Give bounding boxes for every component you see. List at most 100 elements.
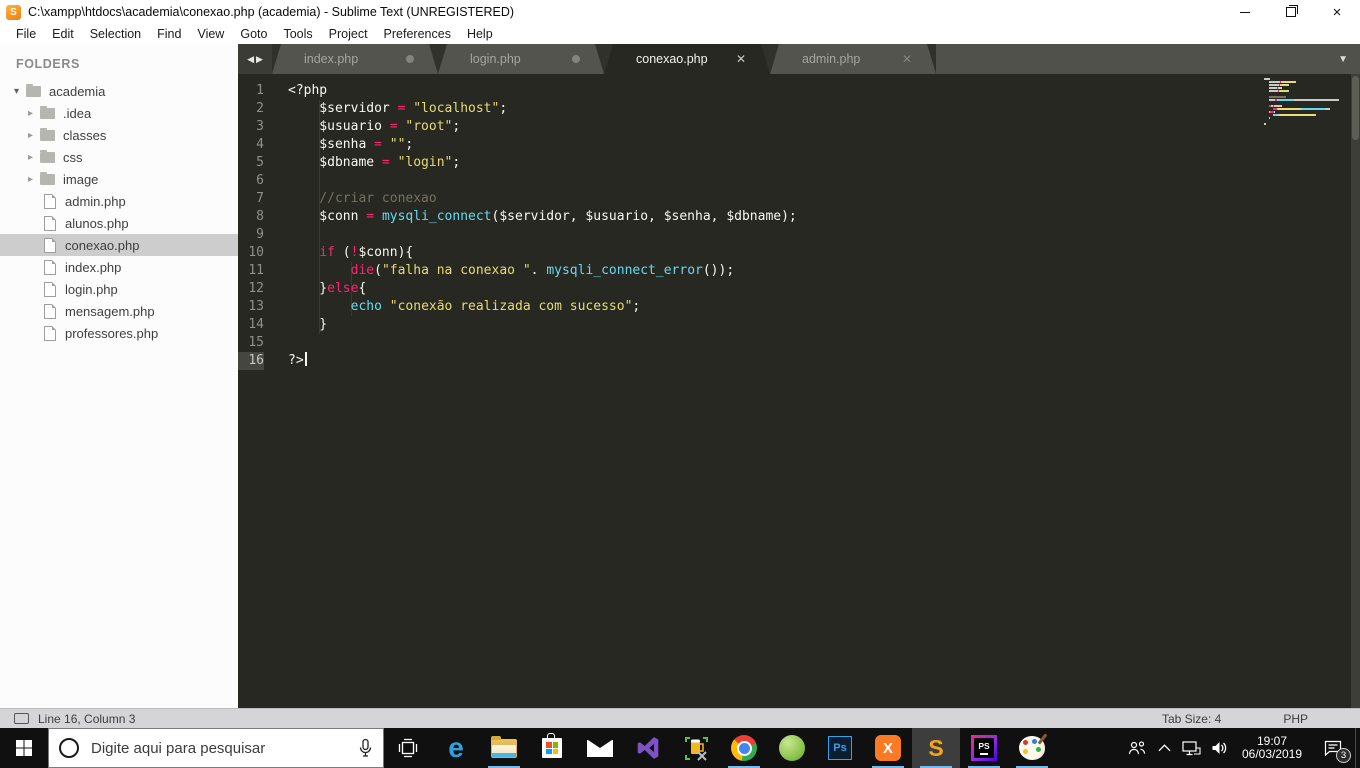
chevron-down-icon[interactable]: ▾ xyxy=(14,86,26,97)
tab-scroll-arrows[interactable]: ◀ ▶ xyxy=(238,44,272,74)
code-line-4[interactable]: 4 $senha = ""; xyxy=(238,136,1270,154)
tab-size-indicator[interactable]: Tab Size: 4 xyxy=(1162,712,1221,726)
tree-item-conexao.php[interactable]: conexao.php xyxy=(0,234,238,256)
tab-close-icon[interactable]: ✕ xyxy=(736,53,746,65)
chevron-right-icon[interactable]: ▸ xyxy=(28,174,40,185)
taskbar-button-sublime-text[interactable]: S xyxy=(912,728,960,768)
code-editor[interactable]: 1 <?php 2 $servidor = "localhost"; 3 $usuar… xyxy=(238,74,1360,708)
chevron-right-icon[interactable]: ▸ xyxy=(28,152,40,163)
taskbar-button-microsoft-store[interactable] xyxy=(528,728,576,768)
code-line-14[interactable]: 14 } xyxy=(238,316,1270,334)
taskbar-button-paint[interactable] xyxy=(1008,728,1056,768)
minimap[interactable] xyxy=(1264,78,1344,126)
modified-dot-icon xyxy=(406,55,414,63)
tree-item-css[interactable]: ▸ css xyxy=(0,146,238,168)
tree-item-label: academia xyxy=(49,83,106,99)
action-center-button[interactable]: 3 xyxy=(1311,728,1355,768)
vertical-scrollbar[interactable] xyxy=(1351,74,1360,708)
code-line-5[interactable]: 5 $dbname = "login"; xyxy=(238,154,1270,172)
tab-close-icon[interactable]: ✕ xyxy=(902,53,912,65)
taskbar-button-photoshop[interactable]: Ps xyxy=(816,728,864,768)
taskbar-button-mail[interactable] xyxy=(576,728,624,768)
code-line-8[interactable]: 8 $conn = mysqli_connect($servidor, $usu… xyxy=(238,208,1270,226)
vcs-window-icon xyxy=(14,713,29,724)
hidden-icons-button[interactable] xyxy=(1151,728,1177,768)
menu-help[interactable]: Help xyxy=(459,27,501,41)
people-icon xyxy=(1128,741,1146,755)
tree-item-.idea[interactable]: ▸ .idea xyxy=(0,102,238,124)
tree-item-image[interactable]: ▸ image xyxy=(0,168,238,190)
minimize-button[interactable] xyxy=(1222,0,1268,24)
menu-selection[interactable]: Selection xyxy=(82,27,149,41)
menu-view[interactable]: View xyxy=(189,27,232,41)
syntax-indicator[interactable]: PHP xyxy=(1283,712,1308,726)
scrollbar-thumb[interactable] xyxy=(1352,76,1359,140)
tab-scroll-left-icon[interactable]: ◀ xyxy=(247,54,254,65)
close-button[interactable]: × xyxy=(1314,0,1360,24)
menu-goto[interactable]: Goto xyxy=(232,27,275,41)
volume-button[interactable] xyxy=(1205,728,1233,768)
menu-find[interactable]: Find xyxy=(149,27,189,41)
tree-item-mensagem.php[interactable]: mensagem.php xyxy=(0,300,238,322)
folders-header: FOLDERS xyxy=(16,57,80,71)
tree-item-classes[interactable]: ▸ classes xyxy=(0,124,238,146)
tree-item-alunos.php[interactable]: alunos.php xyxy=(0,212,238,234)
main-area: FOLDERS ▾ academia ▸ .idea ▸ classes ▸ css ▸ imag… xyxy=(0,44,1360,708)
code-line-6[interactable]: 6 xyxy=(238,172,1270,190)
task-view-button[interactable] xyxy=(384,728,432,768)
code-line-11[interactable]: 11 die("falha na conexao ". mysqli_conne… xyxy=(238,262,1270,280)
code-line-7[interactable]: 7 //criar conexao xyxy=(238,190,1270,208)
tab-index.php[interactable]: index.php xyxy=(272,44,438,74)
show-desktop-button[interactable] xyxy=(1355,728,1360,768)
folder-icon xyxy=(26,83,41,97)
taskbar-button-android-studio[interactable] xyxy=(768,728,816,768)
tab-scroll-right-icon[interactable]: ▶ xyxy=(256,54,263,65)
menu-file[interactable]: File xyxy=(8,27,44,41)
code-line-9[interactable]: 9 xyxy=(238,226,1270,244)
line-number: 13 xyxy=(248,299,264,314)
menu-project[interactable]: Project xyxy=(321,27,376,41)
tab-conexao.php[interactable]: conexao.php ✕ xyxy=(604,44,770,74)
tree-item-login.php[interactable]: login.php xyxy=(0,278,238,300)
search-input[interactable] xyxy=(89,738,358,758)
restore-button[interactable] xyxy=(1268,0,1314,24)
taskbar-button-phpstorm[interactable]: PS xyxy=(960,728,1008,768)
taskbar-clock[interactable]: 19:07 06/03/2019 xyxy=(1233,735,1311,761)
tree-item-academia[interactable]: ▾ academia xyxy=(0,80,238,102)
code-lines: 1 <?php 2 $servidor = "localhost"; 3 $usuar… xyxy=(238,82,1270,370)
chevron-right-icon[interactable]: ▸ xyxy=(28,108,40,119)
tree-item-professores.php[interactable]: professores.php xyxy=(0,322,238,344)
tab-overflow-icon[interactable]: ▼ xyxy=(1338,54,1348,65)
tab-admin.php[interactable]: admin.php ✕ xyxy=(770,44,936,74)
code-line-3[interactable]: 3 $usuario = "root"; xyxy=(238,118,1270,136)
taskbar-button-visual-studio[interactable] xyxy=(624,728,672,768)
taskbar-button-file-explorer[interactable] xyxy=(480,728,528,768)
microphone-icon[interactable] xyxy=(358,738,373,758)
network-button[interactable] xyxy=(1177,728,1205,768)
taskbar-button-chrome[interactable] xyxy=(720,728,768,768)
tree-item-admin.php[interactable]: admin.php xyxy=(0,190,238,212)
taskbar-button-xampp[interactable]: X xyxy=(864,728,912,768)
code-line-16[interactable]: 16 ?> xyxy=(238,352,1270,370)
tab-login.php[interactable]: login.php xyxy=(438,44,604,74)
menu-tools[interactable]: Tools xyxy=(275,27,320,41)
code-line-1[interactable]: 1 <?php xyxy=(238,82,1270,100)
code-line-13[interactable]: 13 echo "conexão realizada com sucesso"; xyxy=(238,298,1270,316)
code-line-2[interactable]: 2 $servidor = "localhost"; xyxy=(238,100,1270,118)
menu-preferences[interactable]: Preferences xyxy=(376,27,459,41)
start-button[interactable] xyxy=(0,728,48,768)
paint-icon xyxy=(1019,736,1045,760)
line-number: 8 xyxy=(256,209,264,224)
taskbar-search-box[interactable] xyxy=(48,728,384,768)
tree-item-index.php[interactable]: index.php xyxy=(0,256,238,278)
taskbar-button-beer-tools[interactable] xyxy=(672,728,720,768)
code-line-15[interactable]: 15 xyxy=(238,334,1270,352)
code-line-10[interactable]: 10 if (!$conn){ xyxy=(238,244,1270,262)
chevron-right-icon[interactable]: ▸ xyxy=(28,130,40,141)
taskbar-button-edge[interactable]: e xyxy=(432,728,480,768)
line-number: 12 xyxy=(248,281,264,296)
people-button[interactable] xyxy=(1123,728,1151,768)
menu-edit[interactable]: Edit xyxy=(44,27,82,41)
code-line-12[interactable]: 12 }else{ xyxy=(238,280,1270,298)
